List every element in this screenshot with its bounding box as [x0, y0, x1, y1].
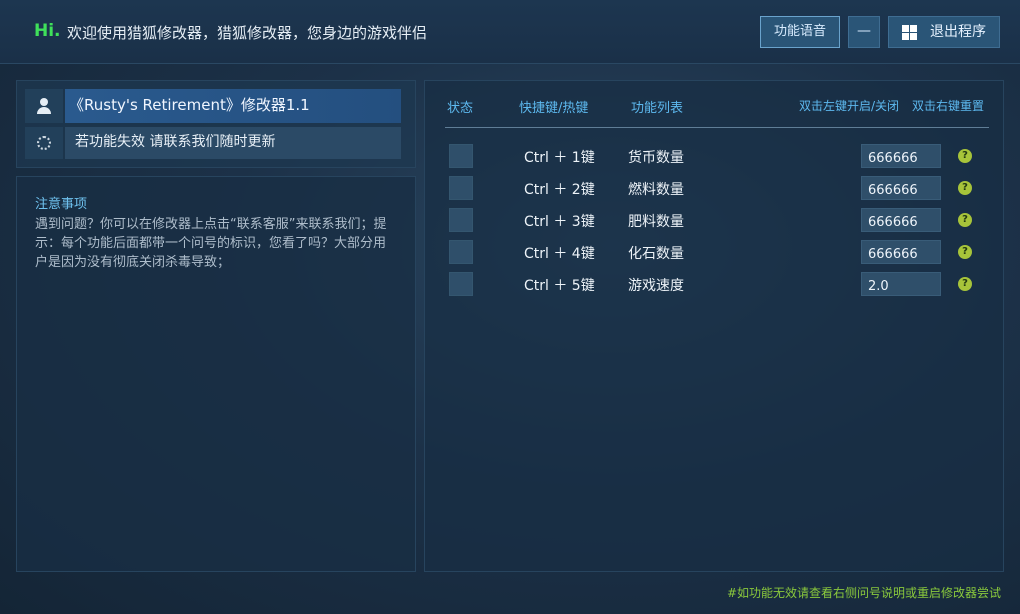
table-row: Ctrl ＋ 3键 肥料数量 ?	[425, 208, 1005, 234]
game-title: 《Rusty's Retirement》修改器1.1	[65, 89, 401, 123]
cheat-table-panel: 状态 快捷键/热键 功能列表 双击左键开启/关闭 双击右键重置 Ctrl ＋ 1…	[424, 80, 1004, 572]
table-row: Ctrl ＋ 2键 燃料数量 ?	[425, 176, 1005, 202]
notice-row[interactable]: 若功能失效 请联系我们随时更新	[25, 127, 401, 159]
voice-button[interactable]: 功能语音	[760, 16, 840, 48]
feature-label: 货币数量	[628, 150, 684, 166]
help-icon[interactable]: ?	[958, 181, 972, 195]
table-row: Ctrl ＋ 4键 化石数量 ?	[425, 240, 1005, 266]
notes-panel: 注意事项 遇到问题？你可以在修改器上点击“联系客服”来联系我们；提示：每个功能后…	[16, 176, 416, 572]
value-input[interactable]	[861, 272, 941, 296]
header-status: 状态	[447, 101, 474, 116]
user-icon	[37, 98, 51, 114]
help-icon[interactable]: ?	[958, 245, 972, 259]
hi-logo: Hi.	[34, 21, 61, 41]
status-toggle[interactable]	[449, 176, 473, 200]
help-icon[interactable]: ?	[958, 149, 972, 163]
footer-hint: #如功能无效请查看右侧问号说明或重启修改器尝试	[727, 586, 1002, 600]
value-input[interactable]	[861, 208, 941, 232]
status-toggle[interactable]	[449, 144, 473, 168]
help-icon[interactable]: ?	[958, 213, 972, 227]
reset-hint: 双击右键重置	[912, 99, 985, 113]
update-notice: 若功能失效 请联系我们随时更新	[65, 127, 401, 159]
exit-button[interactable]: 退出程序	[888, 16, 1000, 48]
welcome-text: 欢迎使用猎狐修改器，猎狐修改器，您身边的游戏伴侣	[67, 24, 428, 42]
feature-label: 化石数量	[628, 246, 684, 262]
hotkey-label: Ctrl ＋ 4键	[524, 246, 595, 262]
hotkey-label: Ctrl ＋ 2键	[524, 182, 595, 198]
notes-text: 遇到问题？你可以在修改器上点击“联系客服”来联系我们；提示：每个功能后面都带一个…	[35, 217, 387, 270]
windows-icon	[902, 25, 917, 40]
minimize-button[interactable]: —	[848, 16, 880, 48]
value-input[interactable]	[861, 144, 941, 168]
loading-icon-box	[25, 127, 63, 159]
feature-label: 游戏速度	[628, 278, 684, 294]
value-input[interactable]	[861, 176, 941, 200]
header-divider	[445, 127, 989, 128]
header-features: 功能列表	[631, 101, 684, 116]
header-bar: Hi. 欢迎使用猎狐修改器，猎狐修改器，您身边的游戏伴侣 功能语音 — 退出程序	[0, 0, 1020, 64]
hotkey-label: Ctrl ＋ 1键	[524, 150, 595, 166]
help-icon[interactable]: ?	[958, 277, 972, 291]
loading-icon	[37, 136, 51, 150]
status-toggle[interactable]	[449, 208, 473, 232]
feature-label: 燃料数量	[628, 182, 684, 198]
toggle-hint: 双击左键开启/关闭	[799, 99, 900, 113]
exit-button-label: 退出程序	[930, 24, 986, 40]
hotkey-label: Ctrl ＋ 3键	[524, 214, 595, 230]
game-info-panel: 《Rusty's Retirement》修改器1.1 若功能失效 请联系我们随时…	[16, 80, 416, 168]
feature-label: 肥料数量	[628, 214, 684, 230]
hotkey-label: Ctrl ＋ 5键	[524, 278, 595, 294]
status-toggle[interactable]	[449, 240, 473, 264]
notes-title: 注意事项	[35, 197, 88, 212]
value-input[interactable]	[861, 240, 941, 264]
header-hotkey: 快捷键/热键	[519, 101, 589, 116]
status-toggle[interactable]	[449, 272, 473, 296]
user-icon-box	[25, 89, 63, 123]
game-title-row: 《Rusty's Retirement》修改器1.1	[25, 89, 401, 123]
table-row: Ctrl ＋ 1键 货币数量 ?	[425, 144, 1005, 170]
table-row: Ctrl ＋ 5键 游戏速度 ?	[425, 272, 1005, 298]
